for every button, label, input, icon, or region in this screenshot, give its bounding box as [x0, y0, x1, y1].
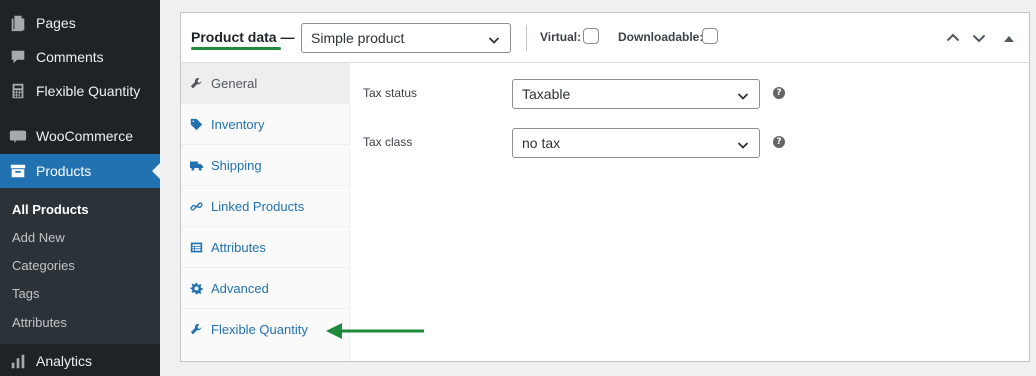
chevron-down-icon	[737, 138, 749, 150]
tag-icon	[181, 118, 211, 131]
annotation-underline	[191, 47, 281, 50]
tab-label: Inventory	[211, 116, 265, 132]
products-submenu: All Products Add New Categories Tags Att…	[0, 188, 160, 344]
help-icon[interactable]: ?	[773, 136, 785, 148]
calculator-icon	[0, 82, 36, 100]
product-data-box: Product data — Simple product Virtual: D…	[180, 12, 1030, 362]
help-icon[interactable]: ?	[773, 87, 785, 99]
tab-general[interactable]: General	[181, 63, 350, 104]
pages-icon	[0, 14, 36, 32]
product-data-header: Product data — Simple product Virtual: D…	[181, 13, 1029, 63]
menu-item-woocommerce[interactable]: WooCommerce	[0, 119, 160, 153]
list-icon	[181, 241, 211, 254]
tax-status-select[interactable]: Taxable	[512, 79, 760, 109]
tax-class-select[interactable]: no tax	[512, 128, 760, 158]
virtual-label: Virtual:	[540, 30, 582, 44]
downloadable-checkbox[interactable]	[702, 28, 718, 44]
menu-label: Pages	[36, 15, 76, 31]
archive-icon	[0, 162, 36, 180]
tab-label: Attributes	[211, 239, 266, 255]
comments-icon	[0, 48, 36, 66]
link-icon	[181, 200, 211, 213]
tab-label: Flexible Quantity	[211, 322, 308, 337]
product-type-value: Simple product	[311, 30, 405, 46]
tab-label: Shipping	[211, 157, 262, 173]
chevron-down-icon	[488, 33, 500, 45]
wrench-icon	[181, 77, 211, 90]
submenu-tags[interactable]: Tags	[12, 286, 39, 301]
header-divider	[526, 25, 527, 51]
menu-label: WooCommerce	[36, 128, 133, 144]
downloadable-label: Downloadable:	[618, 30, 704, 44]
menu-label: Flexible Quantity	[36, 83, 141, 99]
tab-shipping[interactable]: Shipping	[181, 145, 350, 186]
tax-class-value: no tax	[522, 135, 561, 151]
tab-attributes[interactable]: Attributes	[181, 227, 350, 268]
tab-label: Advanced	[211, 280, 269, 296]
submenu-attributes[interactable]: Attributes	[12, 315, 67, 330]
product-data-title: Product data —	[191, 29, 295, 45]
tax-status-label: Tax status	[363, 86, 418, 100]
product-data-tabs: General Inventory Shipping Linked Produc…	[181, 63, 350, 361]
tab-label: General	[211, 75, 258, 91]
menu-label: Comments	[36, 49, 104, 65]
move-down-icon[interactable]	[971, 30, 987, 46]
menu-item-comments[interactable]: Comments	[0, 40, 160, 74]
product-type-select[interactable]: Simple product	[301, 23, 511, 53]
tab-advanced[interactable]: Advanced	[181, 268, 350, 309]
woo-icon	[0, 127, 36, 145]
menu-item-flexible-quantity[interactable]: Flexible Quantity	[0, 74, 160, 108]
tab-linked-products[interactable]: Linked Products	[181, 186, 350, 227]
menu-label: Analytics	[36, 353, 93, 369]
tax-class-label: Tax class	[363, 135, 413, 149]
wrench-icon	[181, 323, 211, 336]
menu-item-analytics[interactable]: Analytics	[0, 344, 160, 376]
tab-inventory[interactable]: Inventory	[181, 104, 350, 145]
active-indicator	[152, 163, 160, 179]
tax-status-value: Taxable	[522, 86, 571, 102]
collapse-toggle-icon[interactable]	[1003, 32, 1015, 44]
submenu-add-new[interactable]: Add New	[12, 230, 65, 245]
menu-item-products[interactable]: Products	[0, 154, 160, 188]
submenu-all-products[interactable]: All Products	[12, 202, 89, 217]
virtual-checkbox[interactable]	[583, 28, 599, 44]
bar-chart-icon	[0, 352, 36, 370]
tab-label: Linked Products	[211, 198, 305, 214]
chevron-down-icon	[737, 89, 749, 101]
menu-item-pages[interactable]: Pages	[0, 6, 160, 40]
menu-label: Products	[36, 163, 92, 179]
truck-icon	[181, 159, 211, 172]
submenu-categories[interactable]: Categories	[12, 258, 75, 273]
admin-sidebar: Pages Comments Flexible Quantity WooComm…	[0, 0, 160, 376]
move-up-icon[interactable]	[945, 30, 961, 46]
gear-icon	[181, 282, 211, 295]
annotation-arrow	[326, 323, 424, 339]
